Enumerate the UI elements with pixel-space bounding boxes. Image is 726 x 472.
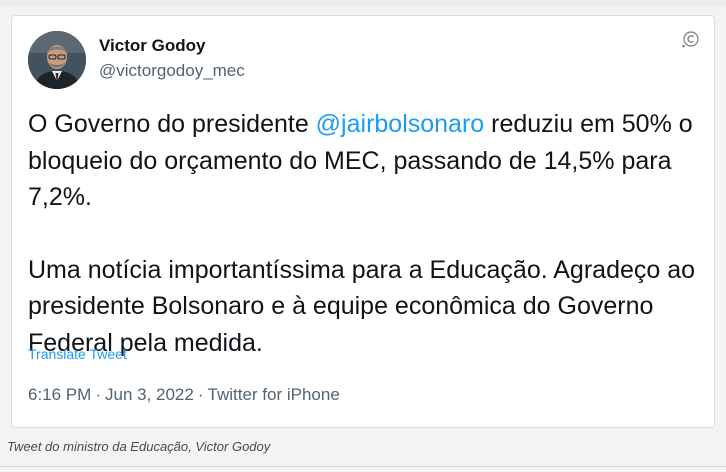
tweet-meta: 6:16 PM · Jun 3, 2022 · Twitter for iPhone: [28, 385, 340, 405]
tweet-source[interactable]: Twitter for iPhone: [208, 385, 340, 404]
meta-separator: ·: [95, 385, 101, 404]
avatar[interactable]: [28, 31, 86, 89]
tweet-text: O Governo do presidente @jairbolsonaro r…: [28, 106, 708, 361]
author-name[interactable]: Victor Godoy: [99, 36, 205, 56]
mention-link[interactable]: @jairbolsonaro: [316, 110, 485, 138]
tweet-time[interactable]: 6:16 PM: [28, 385, 91, 404]
tweet-card: Victor Godoy @victorgodoy_mec O Governo …: [11, 15, 715, 428]
divider: [0, 466, 726, 467]
page: Victor Godoy @victorgodoy_mec O Governo …: [0, 0, 726, 472]
image-caption: Tweet do ministro da Educação, Victor Go…: [7, 439, 271, 454]
tweet-paragraph-1: O Governo do presidente @jairbolsonaro r…: [28, 106, 708, 216]
tweet-paragraph-2: Uma notícia importantíssima para a Educa…: [28, 255, 696, 357]
translate-tweet-link[interactable]: Translate Tweet: [28, 346, 127, 362]
meta-separator: ·: [197, 385, 204, 404]
caption-bar: Tweet do ministro da Educação, Victor Go…: [0, 432, 726, 464]
author-handle[interactable]: @victorgodoy_mec: [99, 61, 245, 81]
copyright-icon: [680, 28, 702, 50]
tweet-date[interactable]: Jun 3, 2022: [105, 385, 194, 404]
tweet-text-part: O Governo do presidente: [28, 110, 316, 138]
top-strip: [0, 0, 726, 6]
avatar-image: [28, 31, 86, 89]
